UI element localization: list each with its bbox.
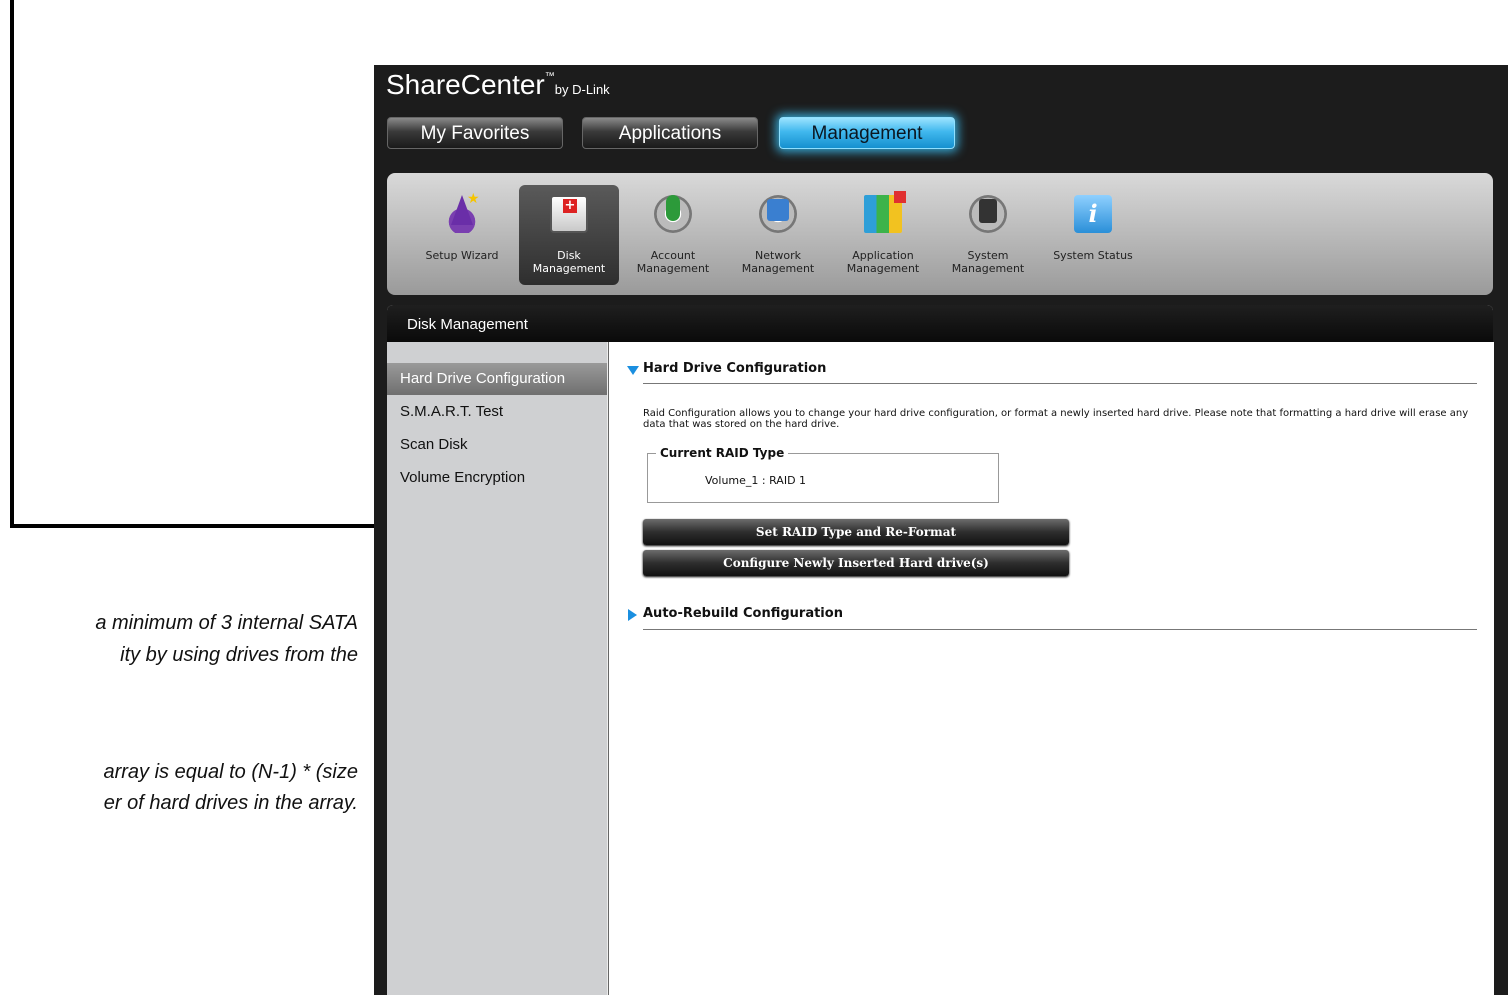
- toolbar-disk-management[interactable]: Disk Management: [519, 185, 619, 285]
- toolbar-label: System Management: [951, 249, 1025, 275]
- toolbar-application-management[interactable]: Application Management: [833, 185, 933, 285]
- tab-my-favorites[interactable]: My Favorites: [387, 117, 563, 149]
- configure-new-drive-button[interactable]: Configure Newly Inserted Hard drive(s): [643, 550, 1069, 576]
- toolbar-label: Disk Management: [532, 249, 606, 275]
- current-raid-type-legend: Current RAID Type: [656, 446, 789, 460]
- disk-icon: [550, 195, 588, 233]
- wizard-icon: [443, 191, 481, 233]
- brand-name: ShareCenter: [386, 69, 545, 100]
- toolbar-label: Application Management: [846, 249, 920, 275]
- section-title-hard-drive-configuration[interactable]: Hard Drive Configuration: [643, 361, 826, 376]
- section-title-auto-rebuild[interactable]: Auto-Rebuild Configuration: [643, 606, 843, 621]
- sidebar-item-scan-disk[interactable]: Scan Disk: [387, 429, 607, 461]
- sidebar-item-volume-encryption[interactable]: Volume Encryption: [387, 462, 607, 494]
- toolbar-label: Account Management: [636, 249, 710, 275]
- collapse-triangle-icon[interactable]: [627, 366, 639, 375]
- system-icon: [969, 195, 1007, 233]
- annotation-text-line: er of hard drives in the array.: [103, 792, 358, 814]
- callout-line-vertical: [10, 0, 14, 528]
- brand-tm: ™: [544, 71, 555, 82]
- annotation-text-line: array is equal to (N-1) * (size: [103, 761, 358, 783]
- management-toolbar: Setup Wizard Disk Management Account Man…: [387, 173, 1493, 295]
- sharecenter-window: ShareCenter™by D-Link My Favorites Appli…: [374, 65, 1508, 995]
- brand-logo: ShareCenter™by D-Link: [386, 69, 610, 101]
- application-icon: [864, 191, 906, 233]
- info-icon: i: [1074, 195, 1112, 233]
- annotation-text-line: ity by using drives from the: [120, 644, 358, 666]
- sidebar-item-smart-test[interactable]: S.M.A.R.T. Test: [387, 396, 607, 428]
- brand-by: by D-Link: [554, 82, 610, 97]
- current-raid-type-box: Current RAID Type Volume_1 : RAID 1: [647, 446, 999, 503]
- sidebar: Hard Drive Configuration S.M.A.R.T. Test…: [387, 342, 607, 995]
- toolbar-setup-wizard[interactable]: Setup Wizard: [412, 185, 512, 285]
- section-divider: [643, 629, 1477, 630]
- expand-triangle-icon[interactable]: [628, 609, 637, 621]
- sidebar-item-hard-drive-configuration[interactable]: Hard Drive Configuration: [387, 363, 607, 395]
- panel-title: Disk Management: [387, 305, 1493, 342]
- section-divider: [643, 383, 1477, 384]
- section-description: Raid Configuration allows you to change …: [643, 408, 1469, 430]
- toolbar-label: Network Management: [741, 249, 815, 275]
- toolbar-network-management[interactable]: Network Management: [728, 185, 828, 285]
- toolbar-label: System Status: [1053, 249, 1133, 262]
- toolbar-account-management[interactable]: Account Management: [623, 185, 723, 285]
- set-raid-type-button[interactable]: Set RAID Type and Re-Format: [643, 519, 1069, 545]
- toolbar-system-status[interactable]: i System Status: [1043, 185, 1143, 285]
- tab-management[interactable]: Management: [779, 117, 955, 149]
- toolbar-system-management[interactable]: System Management: [938, 185, 1038, 285]
- network-icon: [759, 195, 797, 233]
- tab-applications[interactable]: Applications: [582, 117, 758, 149]
- toolbar-label: Setup Wizard: [425, 249, 499, 262]
- annotation-text-line: a minimum of 3 internal SATA: [95, 612, 358, 634]
- disk-management-panel: Disk Management Hard Drive Configuration…: [387, 305, 1494, 995]
- raid-type-value: Volume_1 : RAID 1: [705, 474, 807, 487]
- main-content: Hard Drive Configuration Raid Configurat…: [608, 342, 1494, 995]
- account-icon: [654, 195, 692, 233]
